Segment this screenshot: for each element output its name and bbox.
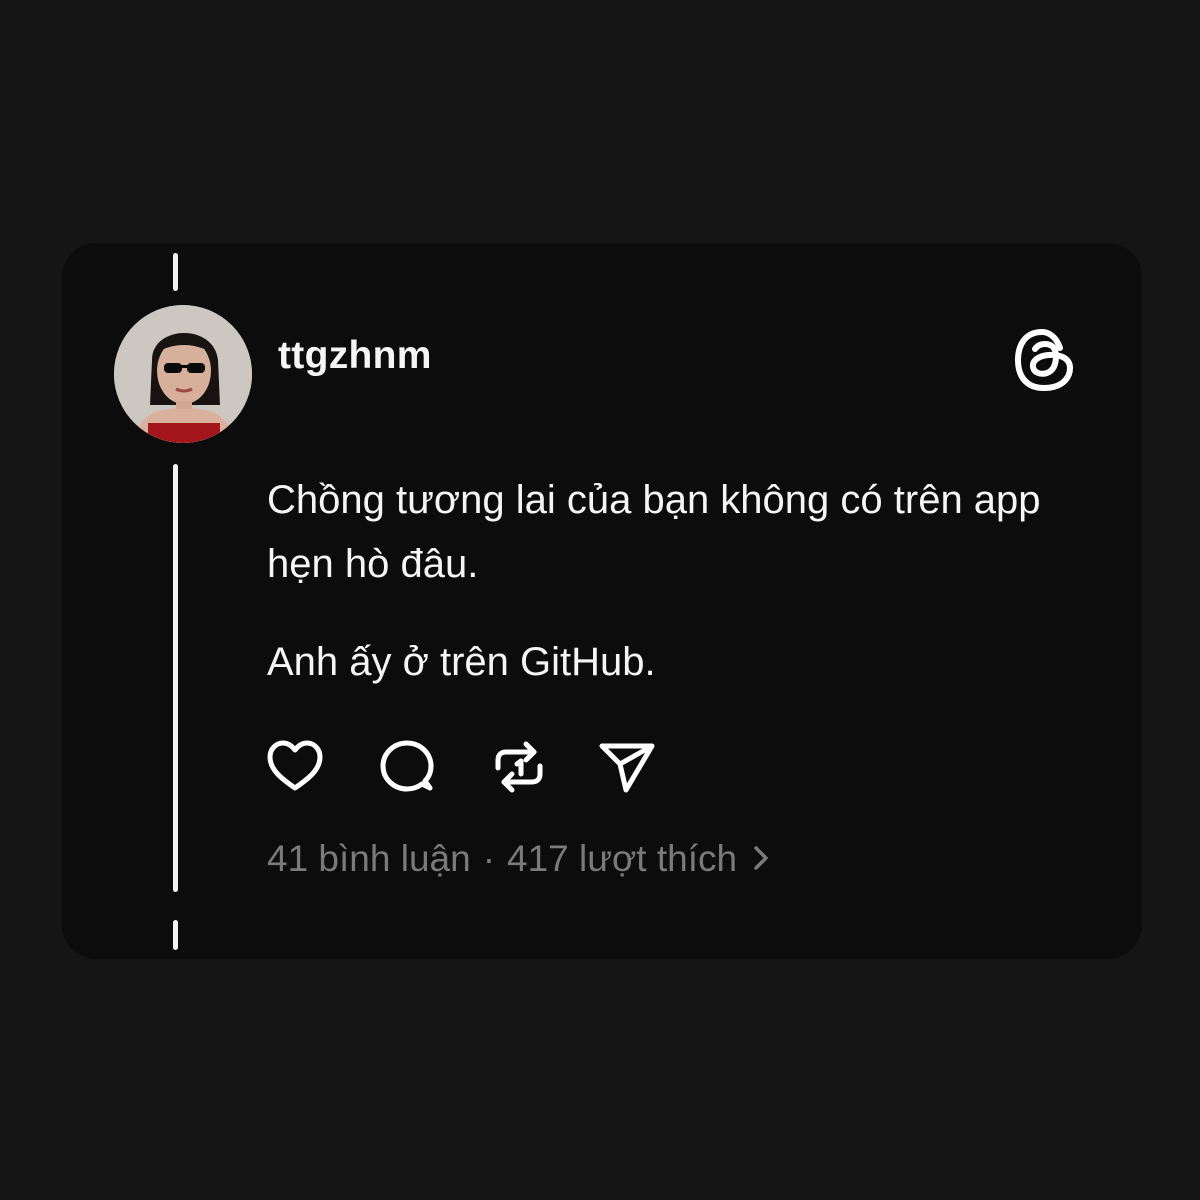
username[interactable]: ttgzhnm — [278, 334, 432, 378]
thread-line-bottom — [173, 920, 178, 950]
thread-line-middle — [173, 464, 178, 892]
post-stats[interactable]: 41 bình luận · 417 lượt thích — [267, 836, 769, 880]
stats-separator: · — [482, 838, 496, 880]
share-button[interactable] — [598, 738, 656, 796]
repost-icon — [495, 741, 543, 793]
heart-icon — [267, 740, 323, 791]
likes-count[interactable]: 417 lượt thích — [507, 838, 737, 879]
post-text-paragraph-2: Anh ấy ở trên GitHub. — [267, 640, 656, 684]
post-body: Chồng tương lai của bạn không có trên ap… — [267, 468, 1047, 694]
like-button[interactable] — [266, 738, 324, 796]
chevron-right-icon[interactable] — [753, 838, 769, 880]
comment-bubble-icon — [380, 740, 434, 792]
send-icon — [599, 743, 655, 793]
comment-button[interactable] — [378, 738, 436, 796]
post-text-paragraph-1: Chồng tương lai của bạn không có trên ap… — [267, 478, 1041, 586]
repost-button[interactable] — [490, 738, 548, 796]
avatar[interactable] — [114, 305, 252, 443]
post-screen: ttgzhnm Chồng tương lai của bạn không có… — [0, 0, 1200, 1200]
threads-logo-icon — [1010, 326, 1078, 394]
comments-count[interactable]: 41 bình luận — [267, 838, 471, 879]
thread-line-top — [173, 253, 178, 291]
